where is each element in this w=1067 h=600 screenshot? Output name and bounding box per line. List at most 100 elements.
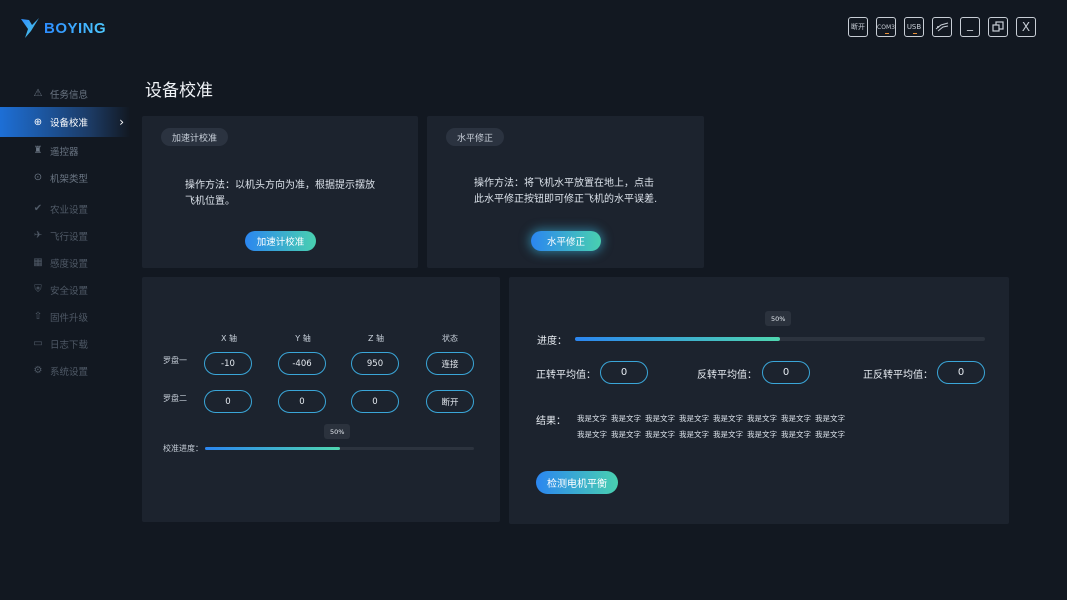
result-word: 我是文字 <box>781 414 811 423</box>
sidebar-item-label: 固件升级 <box>50 312 89 324</box>
sidebar-item-label: 安全设置 <box>50 285 89 297</box>
motor-progress-fill <box>575 337 780 341</box>
level-desc-line2: 此水平修正按钮即可修正飞机的水平误差. <box>474 194 658 205</box>
upgrade-icon: ⇧ <box>33 311 43 322</box>
sidebar-item-task-info[interactable]: ⚠ 任务信息 <box>0 80 130 107</box>
compass1-status-button[interactable]: 连接 <box>426 352 474 375</box>
reverse-avg-value: 0 <box>762 361 810 384</box>
logo: BOYING <box>20 15 106 41</box>
level-correct-button[interactable]: 水平修正 <box>531 231 601 251</box>
compass1-z-value: 950 <box>351 352 399 375</box>
sidebar-item-flight[interactable]: ✈ 飞行设置 <box>0 222 130 249</box>
sidebar-item-label: 系统设置 <box>50 366 89 378</box>
shield-icon: ⛨ <box>34 284 42 295</box>
window-controls: 断开 COM3 USB _ X <box>848 17 1036 37</box>
accel-calibrate-button[interactable]: 加速计校准 <box>245 231 316 251</box>
col-header-z: Z 轴 <box>367 334 385 343</box>
sidebar-item-safety[interactable]: ⛨ 安全设置 <box>0 276 130 303</box>
agri-icon: ✔ <box>33 203 43 214</box>
gear-icon: ⚙ <box>33 365 43 376</box>
both-avg-label: 正反转平均值： <box>863 370 933 381</box>
usb-button[interactable]: USB <box>904 17 924 37</box>
result-word: 我是文字 <box>747 430 777 439</box>
accel-card: 加速计校准 操作方法：以机头方向为准，根据提示摆放 飞机位置。 加速计校准 <box>142 116 418 268</box>
result-word: 我是文字 <box>577 430 607 439</box>
sidebar-item-label: 飞行设置 <box>50 231 89 243</box>
result-word: 我是文字 <box>713 414 743 423</box>
accel-tag: 加速计校准 <box>161 128 229 146</box>
result-word: 我是文字 <box>645 430 675 439</box>
compass2-status-button[interactable]: 断开 <box>426 390 474 413</box>
compass-progress-tooltip: 50% <box>324 424 351 439</box>
drone-link-button[interactable] <box>932 17 952 37</box>
motor-progress-tooltip: 50% <box>765 311 792 326</box>
sidebar-item-log[interactable]: ▭ 日志下载 <box>0 330 130 357</box>
level-description: 操作方法：将飞机水平放置在地上，点击 此水平修正按钮即可修正飞机的水平误差. <box>474 176 657 208</box>
motor-progress-label: 进度： <box>537 336 567 347</box>
motor-balance-button[interactable]: 检测电机平衡 <box>536 471 618 494</box>
chevron-right-icon: › <box>119 115 124 129</box>
reverse-avg-label: 反转平均值： <box>697 370 757 381</box>
sidebar-item-label: 任务信息 <box>50 89 89 101</box>
result-word: 我是文字 <box>747 414 777 423</box>
sidebar-item-agri[interactable]: ✔ 农业设置 <box>0 195 130 222</box>
compass1-label: 罗盘一 <box>163 356 187 365</box>
restore-button[interactable] <box>988 17 1008 37</box>
frame-icon: ⊙ <box>33 172 43 183</box>
compass1-y-value: -406 <box>278 352 326 375</box>
result-row-2: 我是文字 我是文字 我是文字 我是文字 我是文字 我是文字 我是文字 我是文字 <box>577 429 849 440</box>
sidebar-item-sensitivity[interactable]: ▦ 感度设置 <box>0 249 130 276</box>
page-title: 设备校准 <box>145 81 213 101</box>
result-word: 我是文字 <box>645 414 675 423</box>
result-word: 我是文字 <box>679 414 709 423</box>
sidebar-item-remote[interactable]: ♜ 遥控器 <box>0 137 130 164</box>
col-header-y: Y 轴 <box>295 334 311 343</box>
sidebar-item-firmware[interactable]: ⇧ 固件升级 <box>0 303 130 330</box>
result-word: 我是文字 <box>781 430 811 439</box>
motor-card: 50% 进度： 正转平均值： 0 反转平均值： 0 正反转平均值： 0 结果： … <box>509 277 1009 524</box>
compass2-x-value: 0 <box>204 390 252 413</box>
result-word: 我是文字 <box>815 414 845 423</box>
usb-label: USB <box>906 23 922 31</box>
warning-icon: ⚠ <box>33 88 43 99</box>
log-icon: ▭ <box>33 338 43 349</box>
status-dot <box>885 33 889 34</box>
app-window: BOYING 断开 COM3 USB _ X ⚠ 任务信息 ⊕ 设备校准 › ♜… <box>0 0 1067 600</box>
result-word: 我是文字 <box>611 414 641 423</box>
compass-progress-fill <box>205 447 340 450</box>
drone-icon <box>935 22 949 32</box>
compass-card: X 轴 Y 轴 Z 轴 状态 罗盘一 -10 -406 950 连接 罗盘二 0… <box>142 277 500 522</box>
result-word: 我是文字 <box>611 430 641 439</box>
motor-progress-bar <box>575 337 985 341</box>
compass2-y-value: 0 <box>278 390 326 413</box>
sidebar-item-device-calibration[interactable]: ⊕ 设备校准 › <box>0 107 130 137</box>
level-desc-line1: 操作方法：将飞机水平放置在地上，点击 <box>474 178 654 189</box>
minimize-button[interactable]: _ <box>960 17 980 37</box>
sidebar-item-label: 设备校准 <box>50 118 89 129</box>
flight-icon: ✈ <box>33 230 43 241</box>
sensitivity-icon: ▦ <box>33 257 43 268</box>
result-word: 我是文字 <box>577 414 607 423</box>
disconnect-label: 断开 <box>851 23 865 31</box>
accel-desc-line2: 飞机位置。 <box>185 196 235 207</box>
logo-icon <box>21 18 39 38</box>
sidebar-item-frame-type[interactable]: ⊙ 机架类型 <box>0 164 130 191</box>
close-button[interactable]: X <box>1016 17 1036 37</box>
compass-progress-label: 校准进度： <box>163 444 203 453</box>
accel-description: 操作方法：以机头方向为准，根据提示摆放 飞机位置。 <box>185 178 375 210</box>
calibrate-icon: ⊕ <box>33 116 43 128</box>
level-tag: 水平修正 <box>446 128 505 146</box>
minimize-icon: _ <box>967 17 973 31</box>
com-label: COM3 <box>877 23 895 31</box>
accel-desc-line1: 操作方法：以机头方向为准，根据提示摆放 <box>185 180 375 191</box>
forward-avg-value: 0 <box>600 361 648 384</box>
logo-text: BOYING <box>44 19 107 37</box>
level-card: 水平修正 操作方法：将飞机水平放置在地上，点击 此水平修正按钮即可修正飞机的水平… <box>427 116 704 268</box>
sidebar-item-system[interactable]: ⚙ 系统设置 <box>0 357 130 384</box>
sidebar-item-label: 农业设置 <box>50 204 89 216</box>
com-port-button[interactable]: COM3 <box>876 17 896 37</box>
disconnect-button[interactable]: 断开 <box>848 17 868 37</box>
sidebar-item-label: 遥控器 <box>50 146 79 158</box>
result-row-1: 我是文字 我是文字 我是文字 我是文字 我是文字 我是文字 我是文字 我是文字 <box>577 413 849 424</box>
col-header-status: 状态 <box>442 334 458 343</box>
